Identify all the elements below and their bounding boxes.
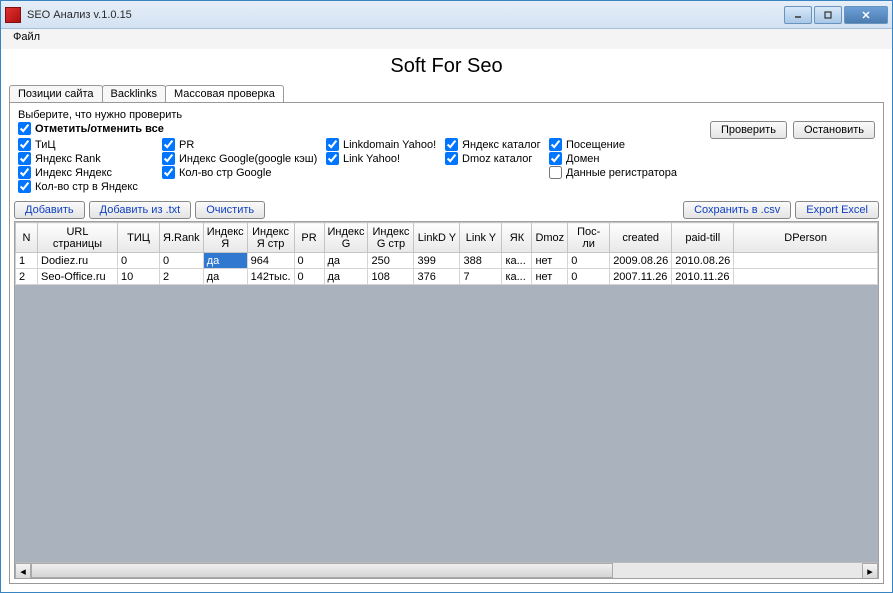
tab-bulk-check[interactable]: Массовая проверка: [165, 85, 284, 102]
check-button[interactable]: Проверить: [710, 121, 787, 139]
table-container: N URL страницы ТИЦ Я.Rank Индекс Я Индек…: [14, 221, 879, 579]
col-pos[interactable]: Пос-ли: [568, 223, 610, 253]
checkbox-registrar[interactable]: Данные регистратора: [549, 166, 679, 179]
col-dmoz[interactable]: Dmoz: [532, 223, 568, 253]
minimize-button[interactable]: [784, 6, 812, 24]
stop-button[interactable]: Остановить: [793, 121, 875, 139]
col-ig[interactable]: Индекс G: [324, 223, 368, 253]
menu-file[interactable]: Файл: [7, 29, 46, 45]
checkbox-link-yahoo[interactable]: Link Yahoo!: [326, 152, 441, 165]
col-paidtill[interactable]: paid-till: [672, 223, 734, 253]
brand-title: Soft For Seo: [1, 49, 892, 80]
checkbox-tic[interactable]: ТиЦ: [18, 138, 158, 151]
col-yrank[interactable]: Я.Rank: [160, 223, 204, 253]
add-from-txt-button[interactable]: Добавить из .txt: [89, 201, 192, 219]
col-yk[interactable]: ЯК: [502, 223, 532, 253]
selected-cell[interactable]: да: [203, 253, 247, 269]
checkbox-select-all[interactable]: Отметить/отменить все: [18, 122, 710, 135]
checkbox-pages-google[interactable]: Кол-во стр Google: [162, 166, 322, 179]
col-iy[interactable]: Индекс Я: [203, 223, 247, 253]
col-dperson[interactable]: DPerson: [734, 223, 878, 253]
col-url[interactable]: URL страницы: [38, 223, 118, 253]
col-linky[interactable]: Link Y: [460, 223, 502, 253]
checkbox-pr[interactable]: PR: [162, 138, 322, 151]
table-row[interactable]: 1 Dodiez.ru 0 0 да 964 0 да 250 399 388 …: [16, 253, 878, 269]
close-button[interactable]: [844, 6, 888, 24]
scroll-right-arrow-icon[interactable]: ▸: [862, 563, 878, 579]
window-buttons: [784, 6, 888, 24]
horizontal-scrollbar[interactable]: ◂ ▸: [15, 562, 878, 578]
checkbox-yrank[interactable]: Яндекс Rank: [18, 152, 158, 165]
tab-panel: Выберите, что нужно проверить Отметить/о…: [9, 102, 884, 584]
checkbox-domain[interactable]: Домен: [549, 152, 679, 165]
col-igstr[interactable]: Индекс G стр: [368, 223, 414, 253]
col-pr[interactable]: PR: [294, 223, 324, 253]
app-icon: [5, 7, 21, 23]
check-title: Выберите, что нужно проверить: [18, 109, 710, 121]
table-header-row: N URL страницы ТИЦ Я.Rank Индекс Я Индек…: [16, 223, 878, 253]
window-title: SEO Анализ v.1.0.15: [27, 9, 784, 21]
menubar: Файл: [1, 29, 892, 49]
col-tic[interactable]: ТИЦ: [118, 223, 160, 253]
col-created[interactable]: created: [610, 223, 672, 253]
checkbox-index-google[interactable]: Индекс Google(google кэш): [162, 152, 322, 165]
col-linkdy[interactable]: LinkD Y: [414, 223, 460, 253]
scroll-thumb[interactable]: [31, 563, 613, 578]
checkbox-yandex-catalog[interactable]: Яндекс каталог: [445, 138, 545, 151]
checkbox-dmoz[interactable]: Dmoz каталог: [445, 152, 545, 165]
scroll-left-arrow-icon[interactable]: ◂: [15, 563, 31, 579]
col-n[interactable]: N: [16, 223, 38, 253]
check-section: Выберите, что нужно проверить Отметить/о…: [14, 107, 879, 199]
table-row[interactable]: 2 Seo-Office.ru 10 2 да 142тыс. 0 да 108…: [16, 269, 878, 285]
checkbox-pages-yandex[interactable]: Кол-во стр в Яндекс: [18, 180, 158, 193]
scroll-track[interactable]: [31, 563, 862, 578]
content-area: Позиции сайта Backlinks Массовая проверк…: [1, 80, 892, 592]
clear-button[interactable]: Очистить: [195, 201, 265, 219]
save-csv-button[interactable]: Сохранить в .csv: [683, 201, 791, 219]
titlebar: SEO Анализ v.1.0.15: [1, 1, 892, 29]
app-window: SEO Анализ v.1.0.15 Файл Soft For Seo По…: [0, 0, 893, 593]
tab-positions[interactable]: Позиции сайта: [9, 85, 103, 102]
checkbox-select-all-input[interactable]: [18, 122, 31, 135]
checkbox-linkdomain-yahoo[interactable]: Linkdomain Yahoo!: [326, 138, 441, 151]
results-table: N URL страницы ТИЦ Я.Rank Индекс Я Индек…: [15, 222, 878, 285]
checkbox-index-yandex[interactable]: Индекс Яндекс: [18, 166, 158, 179]
col-iystr[interactable]: Индекс Я стр: [247, 223, 294, 253]
export-excel-button[interactable]: Export Excel: [795, 201, 879, 219]
add-button[interactable]: Добавить: [14, 201, 85, 219]
tab-backlinks[interactable]: Backlinks: [102, 85, 166, 102]
action-row: Добавить Добавить из .txt Очистить Сохра…: [14, 199, 879, 221]
checkbox-visit[interactable]: Посещение: [549, 138, 679, 151]
maximize-button[interactable]: [814, 6, 842, 24]
tabs-row: Позиции сайта Backlinks Массовая проверк…: [9, 80, 884, 102]
